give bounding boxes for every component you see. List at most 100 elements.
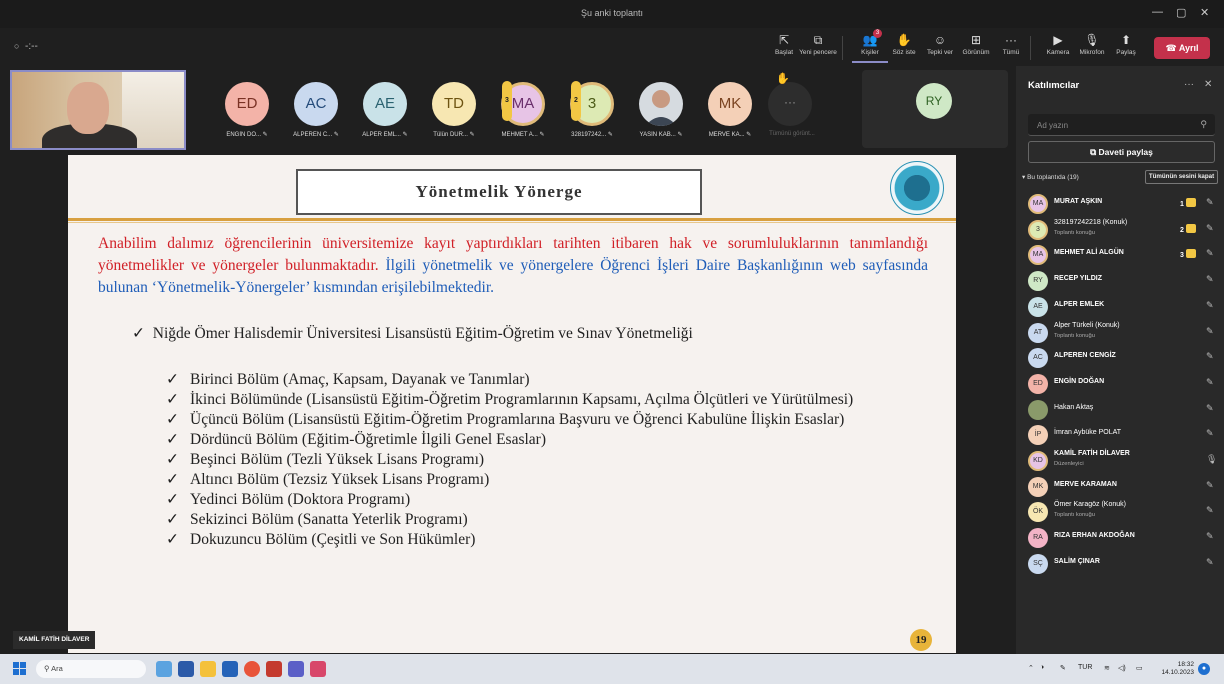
participant-row[interactable]: 3 328197242218 (Konuk) Toplantı konuğu 2 ✎ (1028, 218, 1218, 242)
mic-off-icon[interactable]: ✎ (1206, 300, 1214, 311)
mic-off-icon[interactable]: ✎ (1206, 531, 1214, 542)
camera-button[interactable]: ▶ Kamera (1040, 31, 1076, 63)
presenter-video[interactable] (10, 70, 186, 150)
check-icon: ✓ (166, 511, 179, 528)
participant-row[interactable]: AT Alper Türkeli (Konuk) Toplantı konuğu ✎ (1028, 321, 1218, 345)
participant-name: 328197242... ✎ (571, 132, 613, 138)
close-icon[interactable]: ✕ (1200, 6, 1209, 19)
mic-off-icon[interactable]: ✎ (1206, 377, 1214, 388)
mic-off-icon[interactable]: ✎ (1206, 248, 1214, 259)
chrome-app-icon[interactable] (244, 661, 260, 677)
participant-tile[interactable]: ED ENGİN DO... ✎ (212, 76, 282, 146)
participant-row[interactable]: ÖK Ömer Karagöz (Konuk) Toplantı konuğu ✎ (1028, 500, 1218, 524)
phone-icon: ☎ (1165, 43, 1177, 53)
mic-on-icon[interactable]: 🎙 (1206, 454, 1217, 465)
participant-row[interactable]: AE ALPER EMLEK ✎ (1028, 295, 1218, 319)
avatar: RA (1028, 528, 1048, 549)
participant-tile[interactable]: TD Tülün DUR... ✎ (419, 76, 489, 146)
participant-tile[interactable]: YASİN KAB... ✎ (626, 76, 696, 146)
mic-off-icon[interactable]: ✎ (1206, 505, 1214, 516)
mute-all-button[interactable]: Tümünün sesini kapat (1145, 170, 1218, 184)
leave-button[interactable]: ☎ Ayrıl (1154, 37, 1210, 59)
avatar: 32 (570, 81, 614, 126)
tray-chevron-up-icon[interactable]: ⌃ (1028, 664, 1034, 672)
notification-icon[interactable]: ● (1198, 663, 1210, 675)
more-options-icon[interactable]: ··· (1184, 79, 1194, 90)
mic-off-icon[interactable]: ✎ (1206, 557, 1214, 568)
participant-role: Toplantı konuğu (1054, 512, 1095, 519)
mic-off-icon[interactable]: ✎ (1206, 428, 1214, 439)
mic-off-icon: ✎ (607, 132, 613, 138)
mic-off-icon[interactable]: ✎ (1206, 403, 1214, 414)
taskbar-search[interactable]: ⚲ Ara (36, 660, 146, 678)
participant-tile[interactable]: 32 328197242... ✎ (557, 76, 627, 146)
taskbar-clock[interactable]: 18:32 14.10.2023 (1154, 661, 1194, 677)
participant-tile[interactable]: AE ALPER EML... ✎ (350, 76, 420, 146)
participant-name: ALPEREN CENGİZ (1054, 352, 1116, 360)
participant-row[interactable]: MK MERVE KARAMAN ✎ (1028, 475, 1218, 499)
participant-row[interactable]: RA RIZA ERHAN AKDOĞAN ✎ (1028, 526, 1218, 550)
participant-name: YASİN KAB... ✎ (639, 132, 683, 138)
participant-name: ENGİN DO... ✎ (226, 132, 268, 138)
teams-app-icon[interactable] (288, 661, 304, 677)
avatar: ED (1028, 373, 1048, 394)
participant-row[interactable]: İP İmran Aybüke POLAT ✎ (1028, 423, 1218, 447)
raise-hand-button[interactable]: ✋ Söz iste (886, 31, 922, 63)
participant-row[interactable]: KD KAMİL FATİH DİLAVER Düzenleyici 🎙 (1028, 449, 1218, 473)
pdf-app-icon[interactable] (266, 661, 282, 677)
avatar: AC (294, 82, 338, 126)
people-icon: 👥 (862, 33, 878, 47)
search-input[interactable] (1028, 114, 1215, 136)
share-button[interactable]: ⬆ Paylaş (1108, 31, 1144, 63)
participants-panel: Katılımcılar ··· ✕ ⚲ ⧉ Daveti paylaş ▾ B… (1016, 66, 1224, 654)
participant-row[interactable]: ED ENGİN DOĞAN ✎ (1028, 372, 1218, 396)
window-title: Şu anki toplantı (580, 8, 644, 18)
share-invite-button[interactable]: ⧉ Daveti paylaş (1028, 141, 1215, 163)
participant-row[interactable]: SÇ SALİM ÇINAR ✎ (1028, 552, 1218, 576)
view-all-button[interactable]: ··· (768, 82, 812, 126)
maximize-icon[interactable]: ▢ (1176, 6, 1186, 19)
taskview-app-icon[interactable] (178, 661, 194, 677)
mic-off-icon[interactable]: ✎ (1206, 480, 1214, 491)
mic-off-icon[interactable]: ✎ (1206, 197, 1214, 208)
new-window-button[interactable]: ⧉ Yeni pencere (799, 31, 837, 63)
participant-row[interactable]: AC ALPEREN CENGİZ ✎ (1028, 346, 1218, 370)
mic-off-icon[interactable]: ✎ (1206, 351, 1214, 362)
more-button[interactable]: ··· Tümü (993, 31, 1029, 63)
view-button[interactable]: ⊞ Görünüm (958, 31, 994, 63)
store-app-icon[interactable] (222, 661, 238, 677)
mic-off-icon[interactable]: ✎ (1206, 274, 1214, 285)
participant-row[interactable]: RY RECEP YILDIZ ✎ (1028, 269, 1218, 293)
language-indicator[interactable]: TUR (1078, 664, 1092, 671)
people-button[interactable]: 👥 3 Kişiler (852, 29, 888, 63)
battery-icon[interactable]: ▭ (1136, 664, 1143, 672)
participant-tile[interactable]: AC ALPEREN C... ✎ (281, 76, 351, 146)
photos-app-icon[interactable] (310, 661, 326, 677)
tray-mic-icon[interactable]: ✎ (1060, 664, 1066, 672)
wifi-icon[interactable]: ≋ (1104, 664, 1110, 672)
section-header[interactable]: ▾ Bu toplantıda (19) (1022, 173, 1079, 181)
participant-tile[interactable]: MA 3 MEHMET A... ✎ (488, 76, 558, 146)
participant-row[interactable]: Hakan Aktaş ✎ (1028, 398, 1218, 422)
windows-start-icon[interactable] (13, 662, 27, 676)
participant-row[interactable]: MA MURAT AŞKIN 1 ✎ (1028, 192, 1218, 216)
hand-icon: ✋ (896, 33, 912, 47)
microphone-button[interactable]: 🎙 Mikrofon (1074, 31, 1110, 63)
volume-icon[interactable]: ◁) (1118, 664, 1126, 672)
minimize-icon[interactable]: — (1152, 6, 1163, 18)
participant-row[interactable]: MA MEHMET ALİ ALGÜN 3 ✎ (1028, 243, 1218, 267)
participant-name: MERVE KARAMAN (1054, 480, 1117, 488)
close-panel-icon[interactable]: ✕ (1204, 79, 1212, 90)
featured-participant-tile[interactable]: RY (862, 70, 1008, 148)
widgets-app-icon[interactable] (156, 661, 172, 677)
slide-page-number: 19 (910, 629, 932, 651)
mic-off-icon[interactable]: ✎ (1206, 326, 1214, 337)
react-button[interactable]: ☺ Tepki ver (922, 31, 958, 63)
avatar: RY (916, 83, 952, 119)
search-icon: ⚲ (44, 664, 50, 673)
file-explorer-icon[interactable] (200, 661, 216, 677)
start-button[interactable]: ⇱ Başlat (766, 31, 802, 63)
tray-app-icon[interactable]: ◑ (1040, 664, 1044, 671)
clock-icon: ○ (14, 41, 20, 51)
mic-off-icon[interactable]: ✎ (1206, 223, 1214, 234)
